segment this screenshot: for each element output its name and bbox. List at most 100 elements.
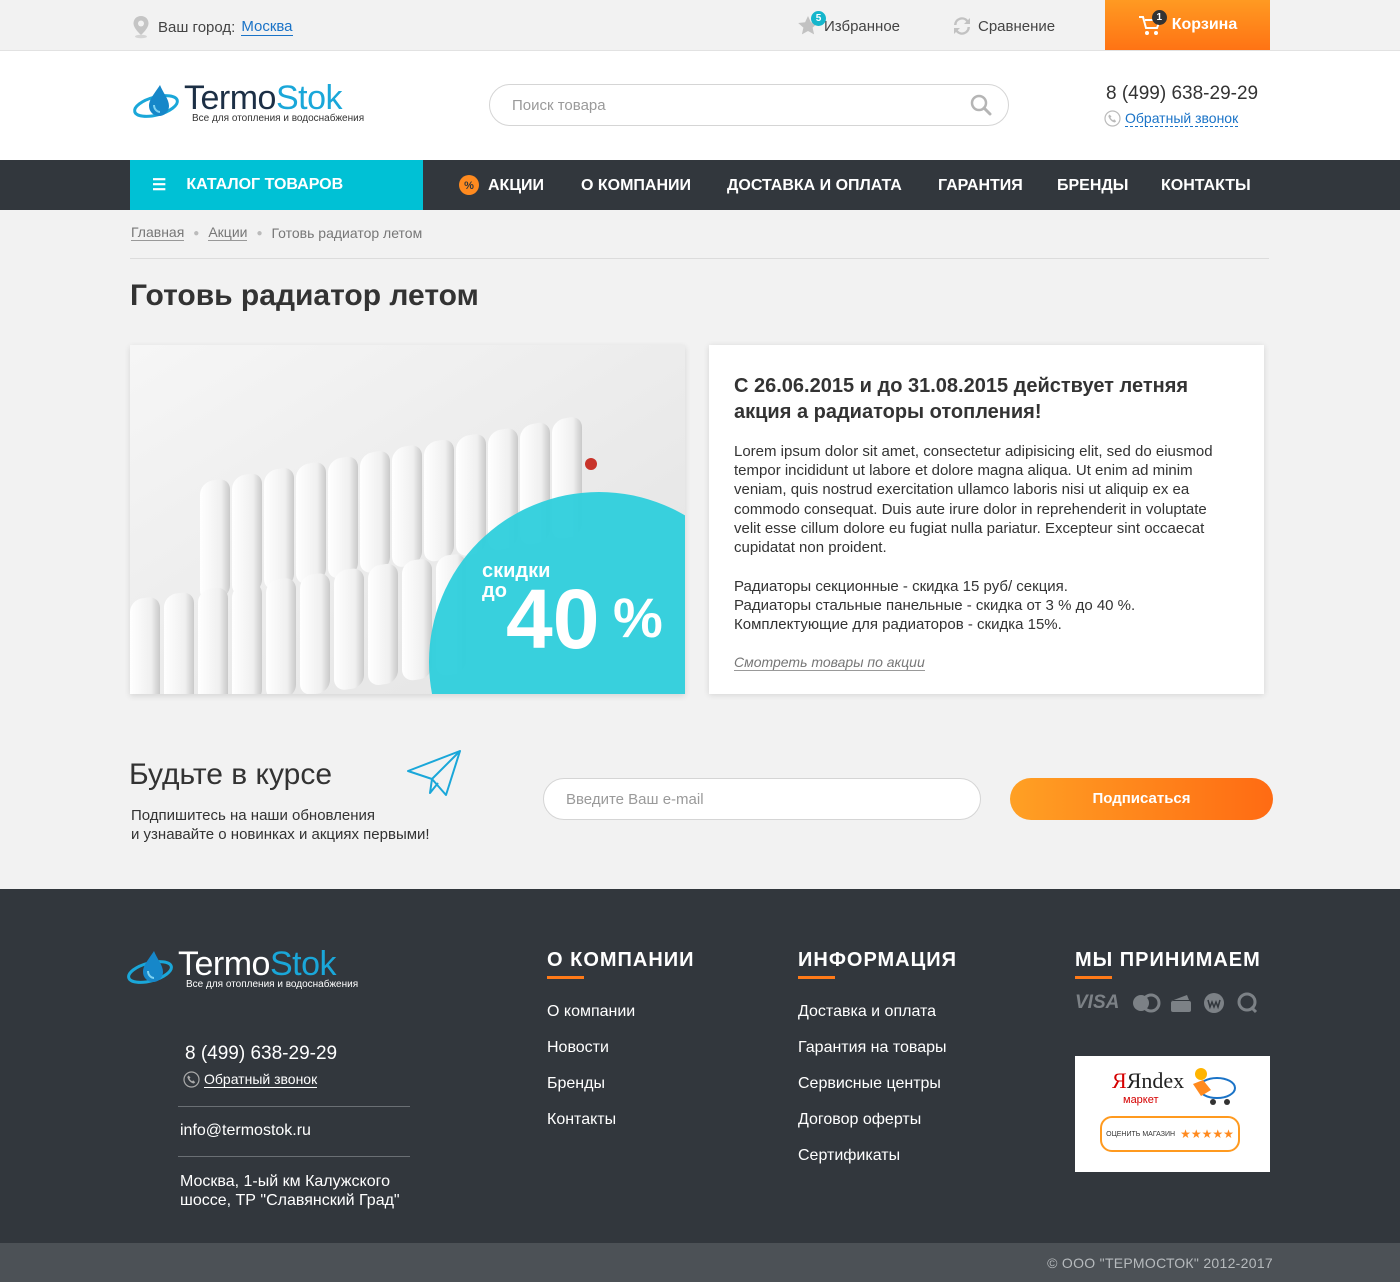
footer-link[interactable]: Бренды bbox=[547, 1075, 605, 1092]
breadcrumb-home[interactable]: Главная bbox=[131, 225, 185, 241]
menu-icon: ☰ bbox=[152, 177, 167, 194]
footer-link[interactable]: Доставка и оплата bbox=[798, 1003, 936, 1020]
copyright-bar: © ООО "ТЕРМОСТОК" 2012-2017 bbox=[0, 1243, 1400, 1282]
footer-links-info: Доставка и оплата Гарантия на товары Сер… bbox=[798, 1003, 947, 1183]
city-selector: Ваш город: Москва bbox=[131, 15, 293, 39]
percent-badge-icon: % bbox=[459, 175, 479, 195]
footer: TermoStok Все для отопления и водоснабже… bbox=[0, 889, 1400, 1243]
footer-address: Москва, 1-ый км Калужского шоссе, ТР "Сл… bbox=[180, 1173, 400, 1209]
qiwi-icon bbox=[1237, 992, 1258, 1014]
subscribe-title: Будьте в курсе bbox=[129, 758, 333, 791]
city-label: Ваш город: bbox=[158, 18, 236, 36]
phone-icon bbox=[1104, 110, 1121, 127]
footer-col-title-payment: МЫ ПРИНИМАЕМ bbox=[1075, 949, 1261, 971]
promo-discount-list: Радиаторы секционные - скидка 15 руб/ се… bbox=[734, 577, 1234, 635]
yandex-brand: ЯЯndex bbox=[1112, 1068, 1185, 1093]
yandex-rate-label: ОЦЕНИТЬ МАГАЗИН bbox=[1106, 1130, 1176, 1138]
email-field[interactable] bbox=[566, 779, 966, 819]
search-box bbox=[489, 84, 1009, 126]
logo-text-stok: Stok bbox=[275, 79, 343, 117]
catalog-button[interactable]: ☰ КАТАЛОГ ТОВАРОВ bbox=[130, 160, 423, 210]
footer-link[interactable]: Контакты bbox=[547, 1111, 616, 1128]
webmoney-icon bbox=[1204, 993, 1225, 1013]
footer-col-title-company: О КОМПАНИИ bbox=[547, 949, 695, 971]
page-title: Готовь радиатор летом bbox=[130, 279, 479, 312]
phone-icon bbox=[183, 1071, 200, 1088]
discount-unit: % bbox=[613, 586, 663, 649]
promo-banner-image: скидки до 40 % bbox=[130, 345, 685, 694]
footer-link[interactable]: Сервисные центры bbox=[798, 1075, 941, 1092]
nav-item-warranty[interactable]: ГАРАНТИЯ bbox=[938, 160, 1023, 210]
yandex-market-sub: маркет bbox=[1123, 1094, 1159, 1106]
footer-phone: 8 (499) 638-29-29 bbox=[185, 1043, 338, 1064]
footer-link[interactable]: Гарантия на товары bbox=[798, 1039, 947, 1056]
footer-links-company: О компании Новости Бренды Контакты bbox=[547, 1003, 635, 1147]
logo-tagline: Все для отопления и водоснабжения bbox=[186, 979, 359, 990]
yandex-courier-icon bbox=[1193, 1068, 1236, 1105]
title-underline bbox=[1075, 976, 1112, 979]
yandex-rate-box: ОЦЕНИТЬ МАГАЗИН ★★★★★ bbox=[1100, 1116, 1240, 1152]
subscribe-text-line: и узнавайте о новинках и акциях первыми! bbox=[131, 826, 430, 843]
footer-logo[interactable]: TermoStok Все для отопления и водоснабже… bbox=[126, 947, 358, 990]
nav-item-about[interactable]: О КОМПАНИИ bbox=[581, 160, 691, 210]
cart-button[interactable]: 1 Корзина bbox=[1105, 0, 1270, 50]
footer-link[interactable]: О компании bbox=[547, 1003, 635, 1020]
visa-icon: VISA bbox=[1075, 992, 1120, 1013]
promo-list-item: Радиаторы секционные - скидка 15 руб/ се… bbox=[734, 578, 1068, 595]
yandex-market-badge[interactable]: ЯЯndex маркет ОЦЕНИТЬ МАГАЗИН ★★★★★ bbox=[1075, 1056, 1270, 1172]
breadcrumb-separator: ● bbox=[193, 227, 200, 239]
search-input[interactable] bbox=[512, 85, 952, 125]
favorites-link[interactable]: 5 Избранное bbox=[796, 11, 901, 38]
nav-item-label: АКЦИИ bbox=[488, 176, 545, 194]
view-promo-products-link[interactable]: Смотреть товары по акции bbox=[734, 655, 925, 671]
divider bbox=[178, 1156, 410, 1157]
compare-refresh-icon bbox=[954, 17, 970, 35]
cart-count-badge: 1 bbox=[1151, 10, 1167, 25]
nav-item-brands[interactable]: БРЕНДЫ bbox=[1057, 160, 1128, 210]
footer-callback-link[interactable]: Обратный звонок bbox=[183, 1070, 318, 1088]
catalog-label: КАТАЛОГ ТОВАРОВ bbox=[186, 176, 344, 193]
title-underline bbox=[798, 976, 835, 979]
nav-item-contacts[interactable]: КОНТАКТЫ bbox=[1161, 160, 1251, 210]
email-field-wrap bbox=[543, 778, 981, 820]
logo-text-stok: Stok bbox=[269, 945, 337, 983]
logo-text-termo: Termo bbox=[184, 79, 276, 117]
footer-link[interactable]: Новости bbox=[547, 1039, 609, 1056]
footer-link[interactable]: Сертификаты bbox=[798, 1147, 900, 1164]
promo-list-item: Комплектующие для радиаторов - скидка 15… bbox=[734, 616, 1062, 634]
top-bar: Ваш город: Москва 5 Избранное Сравнение … bbox=[0, 0, 1400, 51]
callback-link[interactable]: Обратный звонок bbox=[1104, 110, 1239, 127]
footer-email-link[interactable]: info@termostok.ru bbox=[180, 1122, 311, 1140]
search-icon[interactable] bbox=[970, 94, 992, 116]
promo-info-card: С 26.06.2015 и до 31.08.2015 действует л… bbox=[709, 345, 1264, 694]
footer-callback-label: Обратный звонок bbox=[204, 1070, 318, 1088]
logo-drop-icon bbox=[127, 951, 173, 984]
title-underline bbox=[547, 976, 584, 979]
compare-link[interactable]: Сравнение bbox=[950, 14, 1055, 38]
favorites-label: Избранное bbox=[824, 17, 901, 35]
footer-link[interactable]: Договор оферты bbox=[798, 1111, 921, 1128]
location-pin-icon bbox=[133, 16, 149, 39]
discount-text-line2: до bbox=[482, 580, 507, 602]
cart-icon-wrap: 1 bbox=[1138, 10, 1168, 37]
promo-heading: С 26.06.2015 и до 31.08.2015 действует л… bbox=[734, 375, 1189, 423]
mastercard-icon bbox=[1133, 993, 1161, 1013]
rating-stars-icon: ★★★★★ bbox=[1180, 1127, 1234, 1141]
svg-text:%: % bbox=[464, 180, 474, 192]
compare-label: Сравнение bbox=[978, 17, 1056, 35]
favorites-count-badge: 5 bbox=[811, 11, 826, 26]
nav-item-delivery[interactable]: ДОСТАВКА И ОПЛАТА bbox=[727, 160, 902, 210]
nav-item-sales[interactable]: % АКЦИИ bbox=[458, 160, 544, 210]
subscribe-text-line: Подпишитесь на наши обновления bbox=[131, 807, 376, 824]
divider bbox=[178, 1106, 410, 1107]
subscribe-button[interactable]: Подписаться bbox=[1010, 778, 1273, 820]
breadcrumb-sales[interactable]: Акции bbox=[208, 225, 248, 241]
breadcrumb-current: Готовь радиатор летом bbox=[271, 225, 423, 241]
city-link[interactable]: Москва bbox=[241, 18, 293, 36]
breadcrumb-separator: ● bbox=[256, 227, 263, 239]
payment-methods: VISA bbox=[1075, 992, 1259, 1014]
copyright-text: © ООО "ТЕРМОСТОК" 2012-2017 bbox=[1047, 1255, 1273, 1271]
favorites-icon-wrap: 5 bbox=[796, 11, 826, 38]
main-nav: ☰ КАТАЛОГ ТОВАРОВ % АКЦИИ О КОМПАНИИ ДОС… bbox=[0, 160, 1400, 210]
site-logo[interactable]: TermoStok Все для отопления и водоснабже… bbox=[132, 81, 364, 124]
